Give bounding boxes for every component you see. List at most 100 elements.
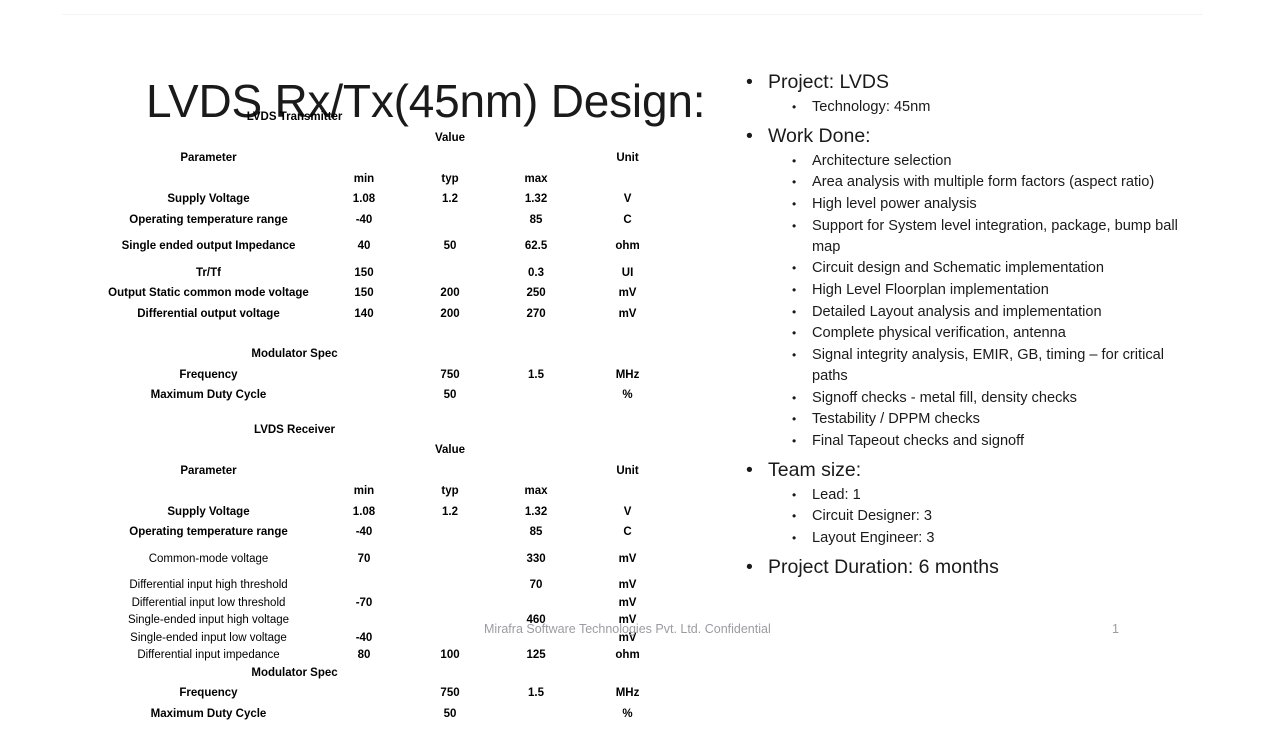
bullet-level2: •Layout Engineer: 3	[742, 528, 1192, 549]
bullet-marker-icon: •	[746, 458, 753, 483]
cell-unit: mV	[579, 554, 676, 575]
lvds-spec-table: LVDS TransmitterValueParameterUnitmintyp…	[96, 112, 676, 729]
top-divider	[62, 14, 1203, 15]
cell-typ: 50	[407, 709, 493, 729]
cell-unit: mV	[579, 288, 676, 309]
cell-min: 140	[321, 309, 407, 330]
cell-max	[493, 709, 579, 729]
bullet-level2: •Support for System level integration, p…	[742, 216, 1192, 257]
table-row: Common-mode voltage70330mV	[96, 554, 676, 575]
bullet-level2-label: Signoff checks - metal fill, density che…	[812, 390, 1077, 406]
page-number: 1	[1112, 622, 1119, 636]
cell-max: 1.32	[493, 507, 579, 528]
table-row: Frequency7501.5MHz	[96, 370, 676, 391]
table-spacer-row	[96, 411, 676, 425]
cell-typ: 750	[407, 688, 493, 709]
footer-confidential-text: Mirafra Software Technologies Pvt. Ltd. …	[484, 622, 771, 636]
bullet-level2: •Architecture selection	[742, 151, 1192, 172]
table-cell-empty	[321, 445, 407, 466]
bullet-level2-label: Final Tapeout checks and signoff	[812, 433, 1024, 449]
cell-parameter: Operating temperature range	[96, 215, 321, 236]
cell-unit: C	[579, 215, 676, 236]
table-row: Supply Voltage1.081.21.32V	[96, 507, 676, 528]
bullet-level2-label: Complete physical verification, antenna	[812, 325, 1066, 341]
bullet-level2-label: Lead: 1	[812, 487, 861, 503]
column-header-parameter: Parameter	[96, 466, 321, 487]
bullet-level2-label: Circuit design and Schematic implementat…	[812, 260, 1104, 276]
spec-tables-region: LVDS TransmitterValueParameterUnitmintyp…	[96, 112, 676, 729]
cell-min: 1.08	[321, 507, 407, 528]
column-header-typ: typ	[407, 174, 493, 195]
table-value-group-row: Value	[96, 133, 676, 154]
bullet-level2-label: Layout Engineer: 3	[812, 530, 935, 546]
bullet-level1-label: Team size:	[768, 459, 861, 481]
cell-typ: 200	[407, 309, 493, 330]
table-section-heading: LVDS Receiver	[96, 425, 676, 446]
cell-typ: 100	[407, 650, 493, 668]
cell-typ	[407, 633, 493, 651]
bullet-marker-icon: •	[746, 555, 753, 580]
cell-typ	[407, 215, 493, 236]
section-heading-label: LVDS Receiver	[96, 425, 493, 446]
bullet-level2: •Circuit Designer: 3	[742, 506, 1192, 527]
bullet-marker-icon: •	[792, 172, 796, 192]
cell-typ: 1.2	[407, 507, 493, 528]
cell-typ	[407, 580, 493, 598]
cell-parameter: Differential input low threshold	[96, 598, 321, 616]
bullet-marker-icon: •	[792, 280, 796, 300]
section-heading-label: Modulator Spec	[96, 668, 493, 689]
cell-unit: MHz	[579, 688, 676, 709]
cell-min	[321, 709, 407, 729]
column-header-value: Value	[407, 445, 493, 466]
table-header-row-secondary: mintypmax	[96, 174, 676, 195]
bullet-level2-label: Circuit Designer: 3	[812, 508, 932, 524]
cell-min	[321, 615, 407, 633]
cell-parameter: Frequency	[96, 370, 321, 391]
cell-min: -40	[321, 215, 407, 236]
cell-typ: 750	[407, 370, 493, 391]
table-cell-empty	[579, 133, 676, 154]
table-cell-empty	[493, 445, 579, 466]
section-heading-label: LVDS Transmitter	[96, 112, 493, 133]
bullet-level2: •Signal integrity analysis, EMIR, GB, ti…	[742, 345, 1192, 386]
column-header-typ: typ	[407, 486, 493, 507]
bullet-level2-label: High level power analysis	[812, 196, 977, 212]
table-cell-empty	[96, 133, 321, 154]
bullet-level2-label: Area analysis with multiple form factors…	[812, 174, 1154, 190]
bullet-level2-label: Detailed Layout analysis and implementat…	[812, 304, 1102, 320]
cell-max: 85	[493, 527, 579, 548]
cell-min: 1.08	[321, 194, 407, 215]
bullet-marker-icon: •	[792, 388, 796, 408]
cell-parameter: Differential input high threshold	[96, 580, 321, 598]
cell-min	[321, 580, 407, 598]
table-cell-empty	[96, 174, 321, 195]
bullet-level2: • Signoff checks - metal fill, density ch…	[742, 388, 1192, 409]
bullet-marker-icon: •	[746, 124, 753, 149]
cell-max	[493, 390, 579, 411]
bullet-marker-icon: •	[792, 151, 796, 171]
column-header-min: min	[321, 486, 407, 507]
table-cell-empty	[579, 445, 676, 466]
table-cell-empty	[321, 153, 407, 174]
table-cell-empty	[493, 133, 579, 154]
bullet-level2-label: High Level Floorplan implementation	[812, 282, 1049, 298]
bullet-marker-icon: •	[792, 323, 796, 343]
cell-unit: mV	[579, 580, 676, 598]
table-cell-empty	[407, 153, 493, 174]
bullet-marker-icon: •	[792, 194, 796, 214]
table-section-heading: LVDS Transmitter	[96, 112, 676, 133]
bullet-level2-label: Testability / DPPM checks	[812, 411, 980, 427]
cell-parameter: Output Static common mode voltage	[96, 288, 321, 309]
bullet-level2-label: Technology: 45nm	[812, 99, 930, 115]
cell-min: 70	[321, 554, 407, 575]
bullet-level1: •Project Duration: 6 months	[742, 555, 1192, 580]
table-row: Supply Voltage1.081.21.32V	[96, 194, 676, 215]
cell-max: 62.5	[493, 241, 579, 262]
cell-parameter: Supply Voltage	[96, 194, 321, 215]
cell-typ: 1.2	[407, 194, 493, 215]
bullet-level2: • Complete physical verification, antenna	[742, 323, 1192, 344]
column-header-parameter: Parameter	[96, 153, 321, 174]
table-row: Differential input impedance80100125ohm	[96, 650, 676, 668]
cell-parameter: Common-mode voltage	[96, 554, 321, 575]
table-cell-empty	[579, 174, 676, 195]
